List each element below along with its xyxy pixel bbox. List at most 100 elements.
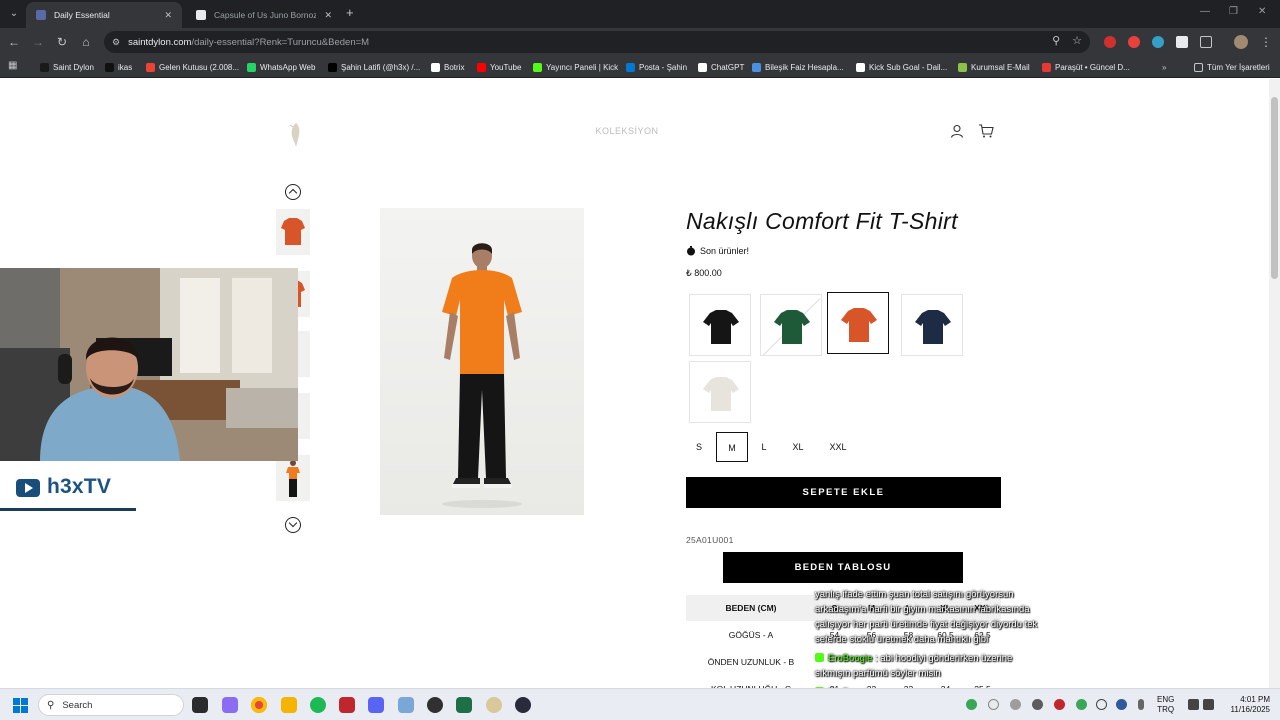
tray-app-icon[interactable] [1010, 699, 1021, 710]
size-option[interactable]: M [716, 432, 748, 462]
windows-taskbar: ⚲ Search ENG TRQ 4:01 PM 11/16/2025 [0, 688, 1280, 720]
bookmark-item[interactable]: WhatsApp Web [247, 60, 315, 74]
tray-app-icon[interactable] [988, 699, 999, 710]
size-option[interactable]: S [683, 432, 715, 462]
apps-grid-icon[interactable]: ▦ [8, 60, 20, 72]
stopwatch-icon [687, 246, 695, 256]
tab-close-icon[interactable]: ✕ [164, 10, 172, 21]
bookmark-item[interactable]: Kick Sub Goal - Dail... [856, 60, 947, 74]
bookmark-item[interactable]: Bileşik Faiz Hesapla... [752, 60, 844, 74]
zoom-icon[interactable]: ⚲ [1052, 34, 1060, 47]
file-explorer-icon[interactable] [281, 697, 297, 713]
app-icon[interactable] [456, 697, 472, 713]
tab-daily-essential[interactable]: Daily Essential ✕ [26, 2, 182, 28]
saint-dylon-logo[interactable] [287, 121, 305, 149]
bookmark-item[interactable]: Yayıncı Paneli | Kick [533, 60, 618, 74]
tab-capsule[interactable]: Capsule of Us Juno Bornoz - Ei ✕ [186, 2, 342, 28]
close-window-icon[interactable]: ✕ [1258, 6, 1266, 17]
chat-text: seferde stoklu üretmek daha mantıklı gib… [815, 634, 989, 645]
discord-icon[interactable] [368, 697, 384, 713]
taskbar-search-field[interactable]: ⚲ Search [38, 694, 184, 716]
reload-icon[interactable]: ↻ [54, 34, 70, 50]
bookmark-item[interactable]: Botrix [431, 60, 464, 74]
tray-app-icon[interactable] [966, 699, 977, 710]
bookmark-item[interactable]: Paraşüt • Güncel D... [1042, 60, 1130, 74]
product-main-image[interactable] [380, 208, 584, 515]
thumbnails-up-arrow-icon[interactable] [285, 184, 301, 200]
size-option[interactable]: XL [782, 432, 814, 462]
chat-text: : abi hoodiyi gönderirken üzerine [875, 653, 1013, 664]
extensions-puzzle-icon[interactable] [1200, 36, 1212, 48]
app-icon[interactable] [398, 697, 414, 713]
spotify-icon[interactable] [310, 697, 326, 713]
back-icon[interactable]: ← [6, 34, 22, 50]
bookmark-item[interactable]: Şahin Latifi (@h3x) /... [328, 60, 420, 74]
tray-app-icon[interactable] [1096, 699, 1107, 710]
extension-icon[interactable] [1104, 36, 1116, 48]
app-icon[interactable] [515, 697, 531, 713]
bookmark-item[interactable]: ikas [105, 60, 132, 74]
thumbnail-front[interactable] [276, 209, 310, 255]
chat-text: arkadaşım'a harfi bir giyim markasının f… [815, 604, 1030, 615]
chat-message: çalışıyor her parti üretimde fiyat değiş… [815, 617, 1037, 632]
thumbnail-model[interactable] [276, 455, 310, 501]
page-scrollbar[interactable] [1269, 79, 1280, 688]
copilot-icon[interactable] [222, 697, 238, 713]
size-option[interactable]: L [748, 432, 780, 462]
bookmarks-overflow-icon[interactable]: » [1162, 60, 1166, 74]
nav-collection-link[interactable]: KOLEKSİYON [560, 126, 694, 136]
size-option[interactable]: XXL [822, 432, 854, 462]
forward-icon[interactable]: → [30, 34, 46, 50]
browser-menu-icon[interactable]: ⋮ [1258, 34, 1274, 50]
volume-icon[interactable] [1203, 699, 1214, 710]
restore-icon[interactable]: ❐ [1229, 6, 1238, 17]
thumbnails-down-arrow-icon[interactable] [285, 517, 301, 533]
url-field[interactable]: ⚙ saintdylon.com/daily-essential?Renk=Tu… [104, 31, 1090, 53]
tray-app-icon[interactable] [1032, 699, 1043, 710]
extension-icon[interactable] [1152, 36, 1164, 48]
all-bookmarks-folder[interactable]: Tüm Yer İşaretleri [1194, 60, 1270, 74]
tab-search-chevron-icon[interactable]: ⌄ [6, 6, 22, 22]
site-info-icon[interactable]: ⚙ [112, 37, 120, 48]
extension-icon[interactable] [1176, 36, 1188, 48]
bookmark-item[interactable]: Gelen Kutusu (2.008... [146, 60, 239, 74]
color-swatch[interactable] [760, 294, 822, 356]
color-swatch[interactable] [689, 361, 751, 423]
obs-icon[interactable] [427, 697, 443, 713]
profile-avatar[interactable] [1234, 35, 1248, 49]
chat-message: sıkmışın parfümü söyler misin [815, 666, 941, 681]
app-icon[interactable] [486, 697, 502, 713]
chrome-icon[interactable] [251, 697, 267, 713]
add-to-cart-button[interactable]: SEPETE EKLE [686, 477, 1001, 508]
minimize-icon[interactable]: — [1200, 6, 1210, 17]
bookmark-star-icon[interactable]: ☆ [1072, 34, 1082, 47]
tray-app-icon[interactable] [1076, 699, 1087, 710]
bookmark-item[interactable]: YouTube [477, 60, 521, 74]
cart-icon[interactable] [978, 124, 994, 138]
color-swatch[interactable] [901, 294, 963, 356]
app-icon[interactable] [339, 697, 355, 713]
all-bookmarks-label: Tüm Yer İşaretleri [1207, 62, 1270, 72]
bookmark-item[interactable]: ChatGPT [698, 60, 744, 74]
tray-app-icon[interactable] [1054, 699, 1065, 710]
bookmark-item[interactable]: Kurumsal E-Mail [958, 60, 1030, 74]
network-icon[interactable] [1188, 699, 1199, 710]
system-clock[interactable]: 4:01 PM 11/16/2025 [1224, 695, 1270, 715]
tray-app-icon[interactable] [1116, 699, 1127, 710]
color-swatch[interactable] [689, 294, 751, 356]
bookmark-item[interactable]: Saint Dylon [40, 60, 94, 74]
bookmark-item[interactable]: Posta - Şahin [626, 60, 687, 74]
home-icon[interactable]: ⌂ [78, 34, 94, 50]
tshirt-icon [841, 308, 877, 342]
scrollbar-thumb[interactable] [1271, 97, 1278, 279]
color-swatch[interactable] [827, 292, 889, 354]
microphone-icon[interactable] [1138, 699, 1144, 710]
input-language[interactable]: ENG TRQ [1157, 695, 1174, 715]
extension-icon[interactable] [1128, 36, 1140, 48]
task-view-icon[interactable] [192, 697, 208, 713]
size-chart-button[interactable]: BEDEN TABLOSU [723, 552, 963, 583]
new-tab-icon[interactable]: + [346, 6, 354, 20]
user-account-icon[interactable] [950, 124, 964, 138]
tab-close-icon[interactable]: ✕ [324, 10, 332, 21]
start-windows-icon[interactable] [13, 698, 28, 713]
